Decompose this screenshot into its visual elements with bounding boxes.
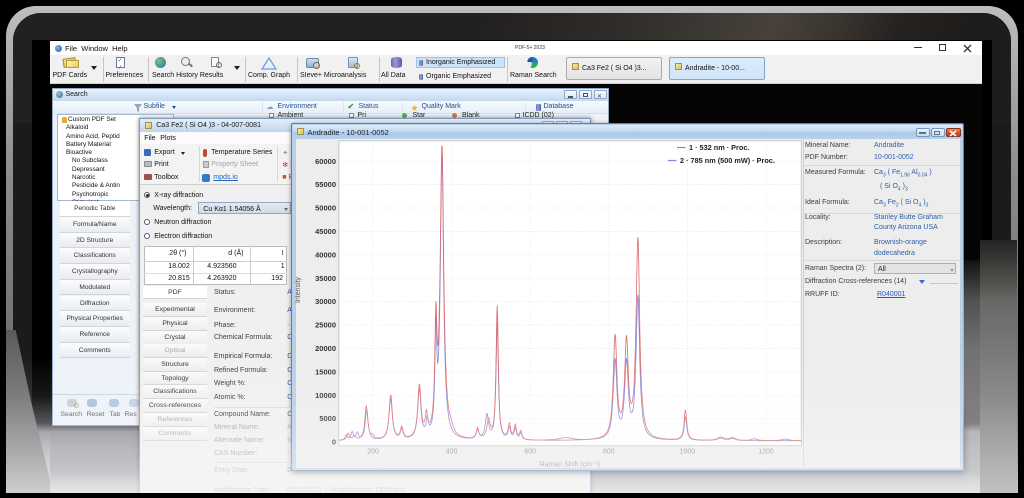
- svg-text:Intensity: Intensity: [295, 276, 302, 303]
- svg-text:35000: 35000: [315, 274, 336, 283]
- svg-text:55000: 55000: [315, 180, 336, 189]
- svg-text:60000: 60000: [315, 157, 336, 166]
- svg-text:45000: 45000: [315, 227, 336, 236]
- svg-text:50000: 50000: [315, 204, 336, 213]
- svg-text:40000: 40000: [315, 250, 336, 259]
- svg-text:25000: 25000: [315, 321, 336, 330]
- svg-text:2 · 785 nm (500 mW) · Proc.: 2 · 785 nm (500 mW) · Proc.: [680, 156, 775, 165]
- svg-text:30000: 30000: [315, 297, 336, 306]
- svg-text:1 · 532 nm · Proc.: 1 · 532 nm · Proc.: [689, 143, 749, 152]
- svg-text:20000: 20000: [315, 344, 336, 353]
